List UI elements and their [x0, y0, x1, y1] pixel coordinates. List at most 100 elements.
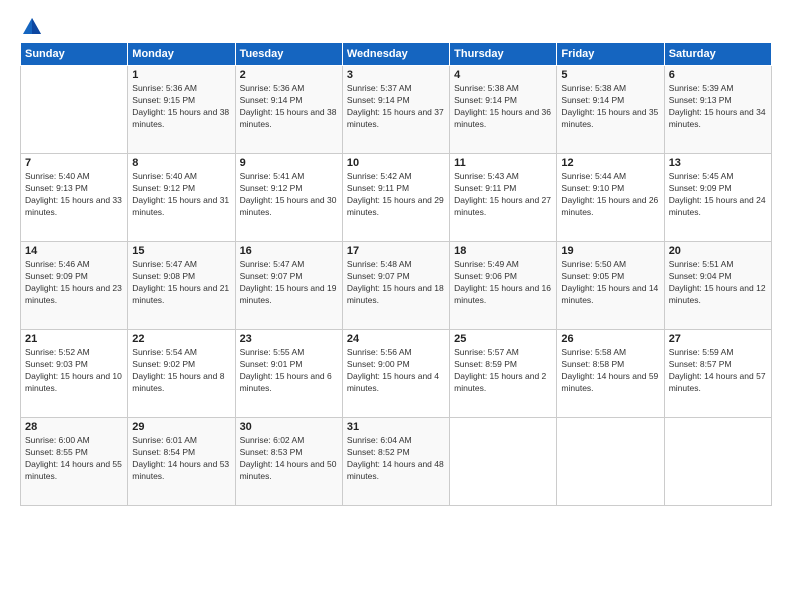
day-number: 4: [454, 69, 552, 81]
day-number: 8: [132, 157, 230, 169]
week-row-4: 21 Sunrise: 5:52 AM Sunset: 9:03 PM Dayli…: [21, 330, 772, 418]
day-number: 9: [240, 157, 338, 169]
day-cell: 6Sunrise: 5:39 AM Sunset: 9:13 PM Daylig…: [664, 66, 771, 154]
day-number: 16: [240, 245, 338, 257]
day-info: Sunrise: 5:45 AM Sunset: 9:09 PM Dayligh…: [669, 171, 767, 219]
day-cell: 15 Sunrise: 5:47 AM Sunset: 9:08 PM Dayli…: [128, 242, 235, 330]
day-number: 17: [347, 245, 445, 257]
day-number: 26: [561, 333, 659, 345]
header: [20, 16, 772, 32]
day-cell: 7Sunrise: 5:40 AM Sunset: 9:13 PM Daylig…: [21, 154, 128, 242]
day-info: Sunrise: 5:55 AM Sunset: 9:01 PM Dayligh…: [240, 347, 338, 395]
day-number: 25: [454, 333, 552, 345]
day-cell: 27Sunrise: 5:59 AM Sunset: 8:57 PM Dayli…: [664, 330, 771, 418]
day-cell: 9Sunrise: 5:41 AM Sunset: 9:12 PM Daylig…: [235, 154, 342, 242]
day-cell: 28 Sunrise: 6:00 AM Sunset: 8:55 PM Dayli…: [21, 418, 128, 506]
logo: [20, 16, 44, 32]
day-number: 11: [454, 157, 552, 169]
weekday-header-thursday: Thursday: [450, 43, 557, 66]
day-number: 21: [25, 333, 123, 345]
day-cell: 16 Sunrise: 5:47 AM Sunset: 9:07 PM Dayli…: [235, 242, 342, 330]
day-cell: 26 Sunrise: 5:58 AM Sunset: 8:58 PM Dayli…: [557, 330, 664, 418]
day-cell: 1 Sunrise: 5:36 AM Sunset: 9:15 PM Daylig…: [128, 66, 235, 154]
day-cell: 14Sunrise: 5:46 AM Sunset: 9:09 PM Dayli…: [21, 242, 128, 330]
day-info: Sunrise: 5:57 AM Sunset: 8:59 PM Dayligh…: [454, 347, 552, 395]
day-cell: [664, 418, 771, 506]
day-number: 22: [132, 333, 230, 345]
week-row-1: 1 Sunrise: 5:36 AM Sunset: 9:15 PM Daylig…: [21, 66, 772, 154]
day-cell: 21 Sunrise: 5:52 AM Sunset: 9:03 PM Dayli…: [21, 330, 128, 418]
day-number: 19: [561, 245, 659, 257]
day-number: 30: [240, 421, 338, 433]
day-info: Sunrise: 5:49 AM Sunset: 9:06 PM Dayligh…: [454, 259, 552, 307]
day-info: Sunrise: 5:37 AM Sunset: 9:14 PM Dayligh…: [347, 83, 445, 131]
day-info: Sunrise: 5:50 AM Sunset: 9:05 PM Dayligh…: [561, 259, 659, 307]
day-info: Sunrise: 5:56 AM Sunset: 9:00 PM Dayligh…: [347, 347, 445, 395]
day-number: 1: [132, 69, 230, 81]
day-cell: [21, 66, 128, 154]
day-info: Sunrise: 5:47 AM Sunset: 9:08 PM Dayligh…: [132, 259, 230, 307]
day-info: Sunrise: 5:58 AM Sunset: 8:58 PM Dayligh…: [561, 347, 659, 395]
day-cell: 17 Sunrise: 5:48 AM Sunset: 9:07 PM Dayli…: [342, 242, 449, 330]
weekday-header-sunday: Sunday: [21, 43, 128, 66]
day-number: 12: [561, 157, 659, 169]
day-info: Sunrise: 5:48 AM Sunset: 9:07 PM Dayligh…: [347, 259, 445, 307]
day-cell: 11 Sunrise: 5:43 AM Sunset: 9:11 PM Dayli…: [450, 154, 557, 242]
day-info: Sunrise: 6:00 AM Sunset: 8:55 PM Dayligh…: [25, 435, 123, 483]
day-cell: 2Sunrise: 5:36 AM Sunset: 9:14 PM Daylig…: [235, 66, 342, 154]
day-number: 31: [347, 421, 445, 433]
day-info: Sunrise: 5:38 AM Sunset: 9:14 PM Dayligh…: [561, 83, 659, 131]
day-number: 27: [669, 333, 767, 345]
weekday-header-row: SundayMondayTuesdayWednesdayThursdayFrid…: [21, 43, 772, 66]
day-number: 29: [132, 421, 230, 433]
day-cell: [557, 418, 664, 506]
day-info: Sunrise: 5:43 AM Sunset: 9:11 PM Dayligh…: [454, 171, 552, 219]
day-cell: 13 Sunrise: 5:45 AM Sunset: 9:09 PM Dayli…: [664, 154, 771, 242]
day-cell: 5 Sunrise: 5:38 AM Sunset: 9:14 PM Daylig…: [557, 66, 664, 154]
day-cell: [450, 418, 557, 506]
day-cell: 10Sunrise: 5:42 AM Sunset: 9:11 PM Dayli…: [342, 154, 449, 242]
day-info: Sunrise: 5:39 AM Sunset: 9:13 PM Dayligh…: [669, 83, 767, 131]
day-info: Sunrise: 5:40 AM Sunset: 9:12 PM Dayligh…: [132, 171, 230, 219]
day-cell: 3 Sunrise: 5:37 AM Sunset: 9:14 PM Daylig…: [342, 66, 449, 154]
day-info: Sunrise: 5:38 AM Sunset: 9:14 PM Dayligh…: [454, 83, 552, 131]
day-info: Sunrise: 5:44 AM Sunset: 9:10 PM Dayligh…: [561, 171, 659, 219]
day-cell: 8 Sunrise: 5:40 AM Sunset: 9:12 PM Daylig…: [128, 154, 235, 242]
day-number: 20: [669, 245, 767, 257]
day-cell: 24Sunrise: 5:56 AM Sunset: 9:00 PM Dayli…: [342, 330, 449, 418]
day-info: Sunrise: 5:46 AM Sunset: 9:09 PM Dayligh…: [25, 259, 123, 307]
day-number: 28: [25, 421, 123, 433]
weekday-header-wednesday: Wednesday: [342, 43, 449, 66]
weekday-header-monday: Monday: [128, 43, 235, 66]
day-number: 13: [669, 157, 767, 169]
day-cell: 18 Sunrise: 5:49 AM Sunset: 9:06 PM Dayli…: [450, 242, 557, 330]
day-info: Sunrise: 5:36 AM Sunset: 9:15 PM Dayligh…: [132, 83, 230, 131]
logo-icon: [21, 16, 43, 38]
day-cell: 31 Sunrise: 6:04 AM Sunset: 8:52 PM Dayli…: [342, 418, 449, 506]
day-number: 3: [347, 69, 445, 81]
day-cell: 25 Sunrise: 5:57 AM Sunset: 8:59 PM Dayli…: [450, 330, 557, 418]
day-number: 5: [561, 69, 659, 81]
day-number: 15: [132, 245, 230, 257]
day-cell: 19 Sunrise: 5:50 AM Sunset: 9:05 PM Dayli…: [557, 242, 664, 330]
week-row-5: 28 Sunrise: 6:00 AM Sunset: 8:55 PM Dayli…: [21, 418, 772, 506]
day-cell: 29 Sunrise: 6:01 AM Sunset: 8:54 PM Dayli…: [128, 418, 235, 506]
day-info: Sunrise: 5:54 AM Sunset: 9:02 PM Dayligh…: [132, 347, 230, 395]
day-info: Sunrise: 5:47 AM Sunset: 9:07 PM Dayligh…: [240, 259, 338, 307]
day-cell: 23 Sunrise: 5:55 AM Sunset: 9:01 PM Dayli…: [235, 330, 342, 418]
day-info: Sunrise: 5:40 AM Sunset: 9:13 PM Dayligh…: [25, 171, 123, 219]
weekday-header-saturday: Saturday: [664, 43, 771, 66]
day-number: 18: [454, 245, 552, 257]
day-info: Sunrise: 6:02 AM Sunset: 8:53 PM Dayligh…: [240, 435, 338, 483]
week-row-2: 7Sunrise: 5:40 AM Sunset: 9:13 PM Daylig…: [21, 154, 772, 242]
day-number: 10: [347, 157, 445, 169]
day-number: 23: [240, 333, 338, 345]
day-cell: 12 Sunrise: 5:44 AM Sunset: 9:10 PM Dayli…: [557, 154, 664, 242]
day-cell: 30 Sunrise: 6:02 AM Sunset: 8:53 PM Dayli…: [235, 418, 342, 506]
day-info: Sunrise: 5:52 AM Sunset: 9:03 PM Dayligh…: [25, 347, 123, 395]
weekday-header-tuesday: Tuesday: [235, 43, 342, 66]
weekday-header-friday: Friday: [557, 43, 664, 66]
calendar-table: SundayMondayTuesdayWednesdayThursdayFrid…: [20, 42, 772, 506]
day-info: Sunrise: 6:04 AM Sunset: 8:52 PM Dayligh…: [347, 435, 445, 483]
day-info: Sunrise: 6:01 AM Sunset: 8:54 PM Dayligh…: [132, 435, 230, 483]
